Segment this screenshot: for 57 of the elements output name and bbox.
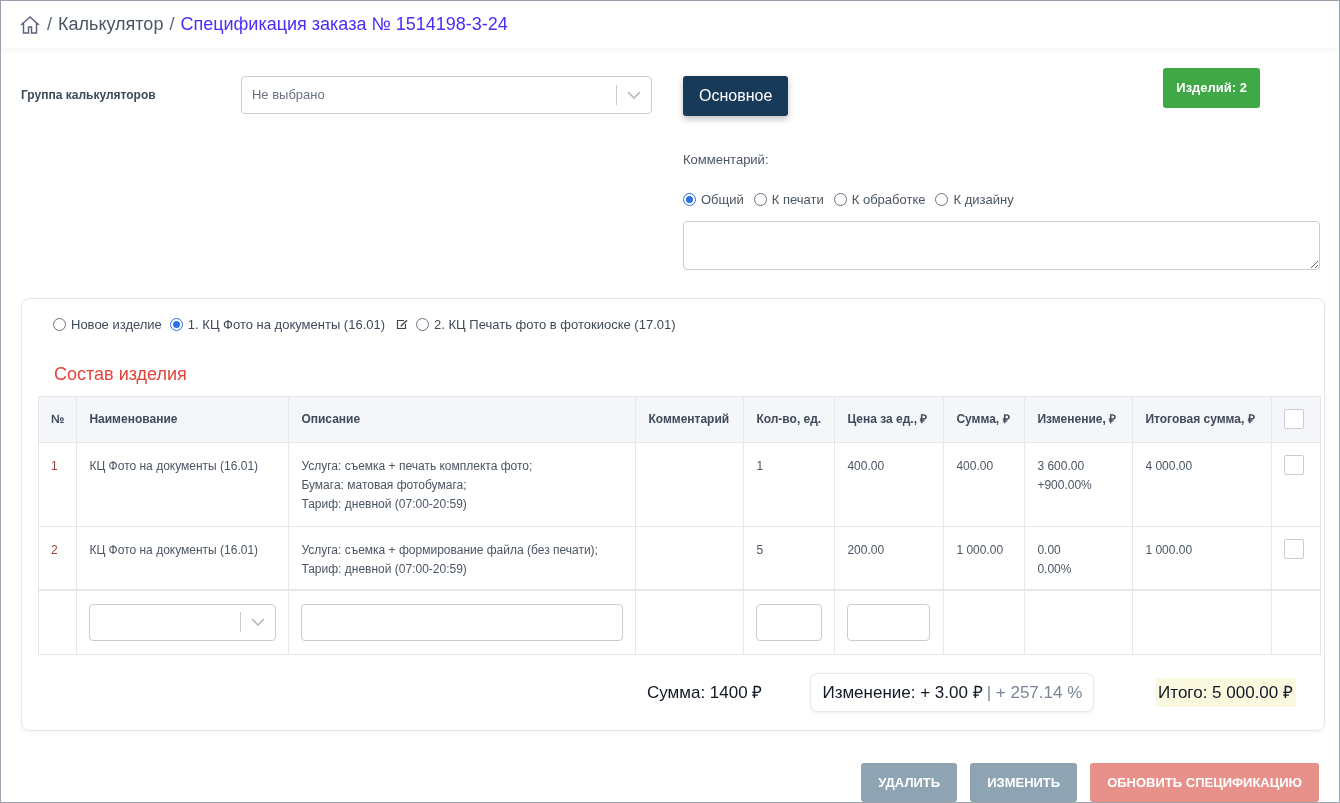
chevron-down-icon — [251, 618, 266, 627]
table-cell-text: Услуга: съемка + формирование файла (без печати); Тариф: дневной (07:00-20:59) — [301, 541, 599, 578]
radio-label[interactable]: Общий — [701, 189, 744, 209]
calculator-group-select[interactable]: Не выбрано — [240, 76, 652, 114]
table-cell-text: 400.00 — [956, 457, 995, 475]
grand-total: Итого: 5 000.00 ₽ — [1155, 677, 1296, 707]
description-field[interactable] — [301, 603, 624, 641]
table-cell-text: 0.00 0.00% — [1037, 541, 1073, 578]
table-cell-text: КЦ Фото на документы (16.01) — [89, 457, 260, 475]
column-header: Наименование — [76, 396, 289, 442]
table-cell-text: 2 — [51, 541, 59, 559]
table-cell-text: 400.00 — [847, 457, 886, 475]
breadcrumb-separator: / — [169, 13, 175, 36]
edit-icon[interactable] — [396, 319, 409, 331]
table-cell-text: 1 — [51, 457, 59, 475]
chevron-down-icon — [627, 91, 641, 99]
section-title: Состав изделия — [53, 362, 188, 386]
checkbox[interactable] — [1284, 454, 1305, 475]
table-cell-text: 1 000.00 — [1145, 541, 1194, 559]
checkbox[interactable] — [1284, 409, 1305, 429]
change-amount: Изменение: + 3.00 ₽ — [822, 681, 983, 704]
column-header: Изменение, ₽ — [1024, 396, 1133, 442]
table-cell-text: Услуга: съемка + печать комплекта фото; Бумага: матовая фотобумага; Тариф: дневной (07:00-20:59) — [301, 457, 534, 513]
column-header: Кол-во, ед. — [743, 396, 835, 442]
column-header: Цена за ед., ₽ — [834, 396, 944, 442]
change-percent: | + 257.14 % — [986, 681, 1083, 704]
column-header: Итоговая сумма, ₽ — [1132, 396, 1272, 442]
table-cell-text: 1 000.00 — [956, 541, 1005, 559]
main-button[interactable]: Основное — [683, 76, 789, 116]
price-field[interactable] — [847, 603, 931, 641]
home-icon[interactable] — [19, 14, 41, 35]
breadcrumb-current: Спецификация заказа № 1514198-3-24 — [180, 13, 508, 36]
comment-field[interactable] — [683, 221, 1320, 270]
radio-label[interactable]: К дизайну — [953, 189, 1014, 209]
items-count-badge: Изделий: 2 — [1163, 68, 1260, 108]
radio-label[interactable]: К обработке — [851, 189, 926, 209]
breadcrumb-separator: / — [47, 13, 52, 36]
column-header: Комментарий — [635, 396, 744, 442]
column-header: № — [38, 396, 77, 442]
table-cell-text: 200.00 — [847, 541, 886, 559]
product-option[interactable]: 1. КЦ Фото на документы (16.01) — [187, 315, 386, 335]
table-cell-text: 5 — [756, 541, 765, 559]
table-cell-text: 1 — [756, 457, 765, 475]
product-option[interactable]: 2. КЦ Печать фото в фотокиоске (17.01) — [434, 315, 676, 335]
sum-total: Сумма: 1400 ₽ — [647, 681, 763, 704]
radio-label[interactable]: К печати — [771, 189, 824, 209]
table-cell-text: КЦ Фото на документы (16.01) — [89, 541, 260, 559]
table-cell-text: 3 600.00 +900.00% — [1037, 457, 1093, 494]
breadcrumb-link[interactable]: Калькулятор — [58, 11, 164, 38]
field-label: Группа калькуляторов — [21, 87, 157, 104]
checkbox[interactable] — [1284, 538, 1305, 559]
comment-label: Комментарий: — [683, 151, 770, 169]
column-header: Описание — [288, 396, 636, 442]
table-cell-text: 4 000.00 — [1145, 457, 1194, 475]
quantity-field[interactable] — [756, 603, 823, 641]
product-option[interactable]: Новое изделие — [71, 315, 162, 335]
column-header: Сумма, ₽ — [943, 396, 1025, 442]
